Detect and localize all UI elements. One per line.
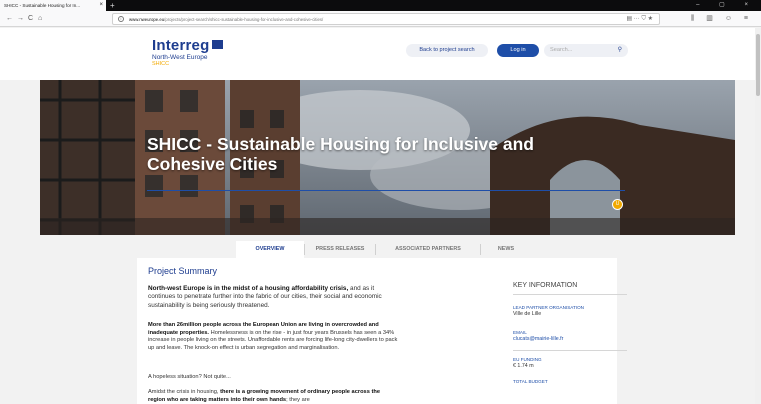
browser-tab-bar: SHICC - Sustainable Housing for In... × … <box>0 0 761 11</box>
home-icon[interactable]: ⌂ <box>38 11 42 27</box>
page-scrollbar[interactable] <box>755 28 761 404</box>
url-path: /projects/project-search/shicc-sustainab… <box>164 17 324 22</box>
eu-funding-label: EU FUNDING <box>513 357 542 362</box>
key-information-heading: KEY INFORMATION <box>513 282 627 295</box>
address-bar[interactable]: i www.nweurope.eu/projects/project-searc… <box>112 13 660 25</box>
eu-funding-value: € 1.74 m <box>513 363 534 369</box>
page-title: SHICC - Sustainable Housing for Inclusiv… <box>147 134 534 174</box>
eu-flag-icon <box>212 40 224 49</box>
summary-paragraph-2: More than 26million people across the Eu… <box>148 322 398 352</box>
login-button[interactable]: Log in <box>497 44 539 57</box>
key-info-divider <box>513 350 627 351</box>
summary-p1-bold: North-west Europe is in the midst of a h… <box>148 285 349 292</box>
summary-paragraph-4: Amidst the crisis in housing, there is a… <box>148 389 398 404</box>
summary-paragraph-1: North-west Europe is in the midst of a h… <box>148 285 398 310</box>
site-header: Interreg North-West Europe SHICC Back to… <box>0 28 755 80</box>
scrollbar-thumb[interactable] <box>756 34 760 96</box>
hero-badge-icon[interactable]: U <box>612 199 623 210</box>
hero-divider <box>147 190 625 191</box>
url-text: www.nweurope.eu/projects/project-search/… <box>129 14 323 25</box>
email-label: EMAIL <box>513 330 527 335</box>
lead-partner-value: Ville de Lille <box>513 311 542 317</box>
reload-icon[interactable]: C <box>28 11 33 27</box>
logo-main-text: Interreg <box>152 37 210 54</box>
tab-news[interactable]: NEWS <box>481 241 531 258</box>
interreg-logo[interactable]: Interreg North-West Europe SHICC <box>152 37 224 67</box>
tab-overview[interactable]: OVERVIEW <box>236 241 304 258</box>
summary-p4-text: ; they are <box>286 396 310 403</box>
back-to-search-button[interactable]: Back to project search <box>406 44 488 57</box>
project-summary-heading: Project Summary <box>148 266 218 276</box>
total-budget-label: TOTAL BUDGET <box>513 379 548 384</box>
logo-project-tag: SHICC <box>152 61 170 67</box>
url-actions[interactable]: ▤ ··· ⛉ ★ <box>626 14 653 25</box>
summary-p4-start: Amidst the crisis in housing, <box>148 389 221 395</box>
search-placeholder: Search... <box>550 47 573 53</box>
tab-press-releases[interactable]: PRESS RELEASES <box>305 241 375 258</box>
toolbar-icons[interactable]: ⫼ ▥ ☺ ≡ <box>691 11 753 27</box>
logo-subtitle: North-West Europe <box>152 54 208 61</box>
key-information-panel: KEY INFORMATION LEAD PARTNER ORGANISATIO… <box>513 282 627 384</box>
window-controls[interactable]: – ▢ × <box>696 0 757 11</box>
forward-arrow-icon[interactable]: → <box>17 11 24 27</box>
new-tab-button[interactable]: + <box>110 0 115 11</box>
browser-nav-bar: ← → C ⌂ i www.nweurope.eu/projects/proje… <box>0 11 761 27</box>
browser-tab-title: SHICC - Sustainable Housing for In... <box>4 3 81 8</box>
info-icon[interactable]: i <box>118 16 124 22</box>
tab-associated-partners[interactable]: ASSOCIATED PARTNERS <box>376 241 480 258</box>
lead-partner-label: LEAD PARTNER ORGANISATION <box>513 305 584 310</box>
close-tab-icon[interactable]: × <box>99 0 103 11</box>
search-icon[interactable]: ⚲ <box>618 44 622 57</box>
url-host: www.nweurope.eu <box>129 17 165 22</box>
back-arrow-icon[interactable]: ← <box>6 11 13 27</box>
email-link[interactable]: clucats@mairie-lille.fr <box>513 336 627 342</box>
search-input[interactable]: Search... ⚲ <box>544 44 628 57</box>
hero-banner: SHICC - Sustainable Housing for Inclusiv… <box>40 80 735 235</box>
browser-tab[interactable]: SHICC - Sustainable Housing for In... × <box>0 0 106 11</box>
summary-paragraph-3: A hopeless situation? Not quite... <box>148 374 231 380</box>
